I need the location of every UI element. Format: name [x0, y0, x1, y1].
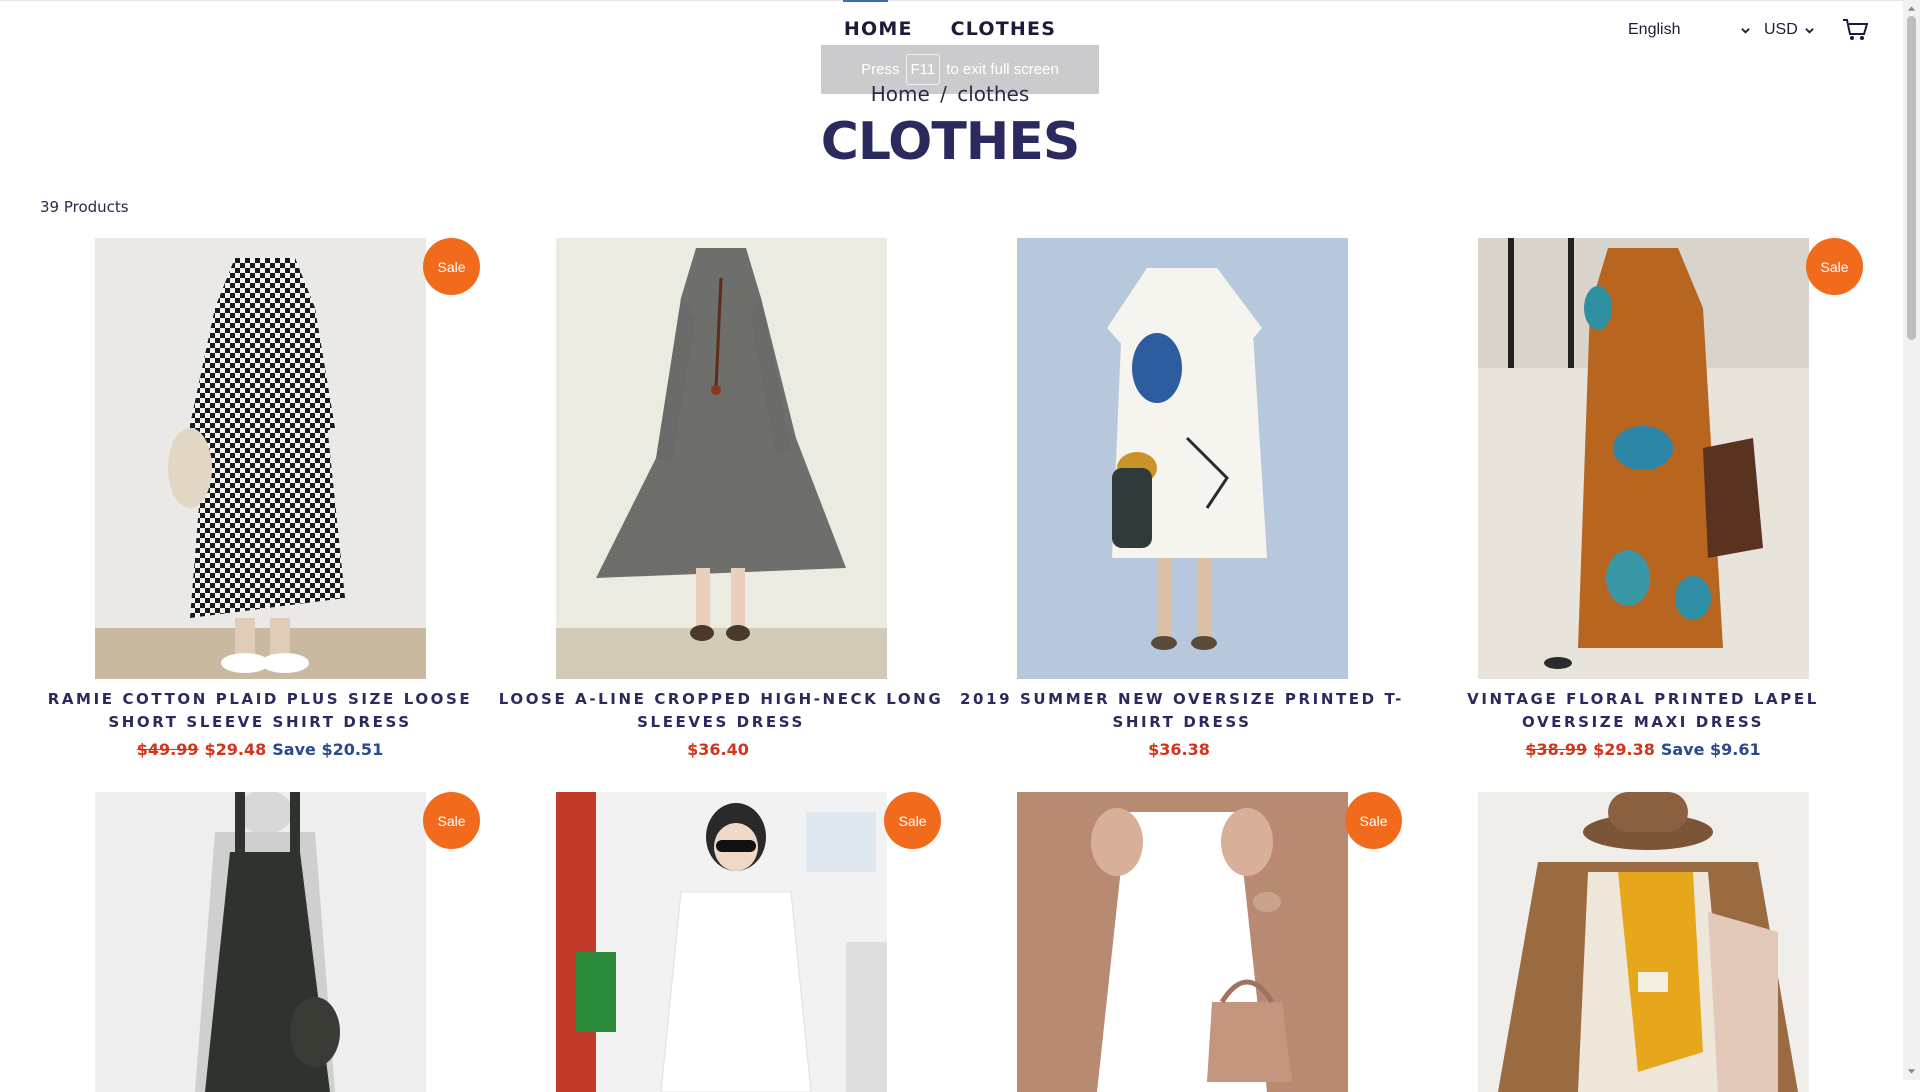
sale-price: $29.48 — [204, 740, 267, 759]
scroll-up-arrow-icon[interactable] — [1907, 4, 1916, 12]
product-photo — [1017, 238, 1348, 679]
sale-badge: Sale — [1345, 792, 1402, 849]
product-card[interactable]: Sale — [30, 792, 490, 1092]
product-photo — [1478, 238, 1809, 679]
main-nav: HOME CLOTHES — [0, 18, 1900, 40]
language-select[interactable]: English — [1628, 21, 1750, 39]
product-card[interactable]: LOOSE A-LINE CROPPED HIGH-NECK LONG SLEE… — [491, 238, 951, 768]
sale-price: $36.38 — [1148, 740, 1210, 759]
original-price: $49.99 — [136, 740, 199, 759]
language-value: English — [1628, 21, 1681, 38]
product-image-mustard-scarf[interactable] — [1478, 792, 1809, 1092]
product-photo — [556, 238, 887, 679]
nav-active-indicator — [843, 0, 888, 2]
top-border — [0, 0, 1920, 1]
product-image-white-ruffle-dress[interactable] — [1017, 792, 1348, 1092]
save-amount: Save $9.61 — [1660, 740, 1761, 759]
product-title[interactable]: RAMIE COTTON PLAID PLUS SIZE LOOSE SHORT… — [30, 688, 490, 734]
sale-price: $29.38 — [1593, 740, 1655, 759]
product-photo — [1478, 792, 1809, 1092]
page-scrollbar[interactable] — [1903, 0, 1920, 1080]
product-card[interactable] — [1413, 792, 1873, 1092]
chevron-down-icon — [1741, 27, 1750, 34]
currency-value: USD — [1764, 21, 1798, 38]
sale-badge: Sale — [1806, 238, 1863, 295]
breadcrumb-home[interactable]: Home — [871, 82, 930, 106]
toast-text-after: to exit full screen — [946, 61, 1059, 78]
product-card[interactable]: Sale — [952, 792, 1412, 1092]
product-image-black-overall-dress[interactable] — [95, 792, 426, 1092]
breadcrumb-separator: / — [940, 82, 947, 106]
product-title[interactable]: LOOSE A-LINE CROPPED HIGH-NECK LONG SLEE… — [491, 688, 951, 734]
product-image-white-tee-woman[interactable] — [556, 792, 887, 1092]
product-card[interactable]: 2019 SUMMER NEW OVERSIZE PRINTED T-SHIRT… — [952, 238, 1412, 768]
product-image-white-printed-dress[interactable] — [1017, 238, 1348, 679]
product-prices: $49.99 $29.48 Save $20.51 — [30, 740, 490, 759]
product-prices: $36.38 — [952, 740, 1412, 759]
product-count: 39 Products — [40, 198, 129, 216]
nav-clothes[interactable]: CLOTHES — [951, 18, 1056, 40]
product-image-grey-knit-dress[interactable] — [556, 238, 887, 679]
scrollbar-thumb[interactable] — [1907, 16, 1916, 340]
sale-badge: Sale — [423, 792, 480, 849]
save-amount: Save $20.51 — [272, 740, 384, 759]
product-photo — [1017, 792, 1348, 1092]
toast-text-before: Press — [861, 61, 900, 78]
breadcrumb-current: clothes — [957, 82, 1030, 106]
product-image-checkered-dress[interactable] — [95, 238, 426, 679]
product-photo — [95, 792, 426, 1092]
product-card[interactable]: Sale — [491, 792, 951, 1092]
product-title[interactable]: VINTAGE FLORAL PRINTED LAPEL OVERSIZE MA… — [1413, 688, 1873, 734]
currency-select[interactable]: USD — [1764, 21, 1814, 39]
product-prices: $38.99 $29.38 Save $9.61 — [1413, 740, 1873, 759]
toast-key: F11 — [905, 54, 941, 85]
product-card[interactable]: Sale VINTAGE FLORAL PRINTED LAPEL OVERSI… — [1413, 238, 1873, 768]
page-title: CLOTHES — [820, 112, 1081, 172]
sale-badge: Sale — [884, 792, 941, 849]
cart-icon[interactable] — [1842, 18, 1868, 42]
original-price: $38.99 — [1525, 740, 1588, 759]
sale-price: $36.40 — [687, 740, 749, 759]
product-card[interactable]: Sale RAMIE COTTON PLAID PLUS SIZE LOOSE … — [30, 238, 490, 768]
breadcrumb: Home / clothes — [0, 82, 1900, 106]
nav-home[interactable]: HOME — [844, 18, 913, 40]
scroll-down-arrow-icon[interactable] — [1907, 1068, 1916, 1076]
header-controls: English USD — [1628, 18, 1868, 42]
product-image-orange-floral-maxi[interactable] — [1478, 238, 1809, 679]
product-prices: $36.40 — [491, 740, 951, 759]
product-photo — [95, 238, 426, 679]
sale-badge: Sale — [423, 238, 480, 295]
product-title[interactable]: 2019 SUMMER NEW OVERSIZE PRINTED T-SHIRT… — [952, 688, 1412, 734]
chevron-down-icon — [1805, 27, 1814, 34]
product-photo — [556, 792, 887, 1092]
